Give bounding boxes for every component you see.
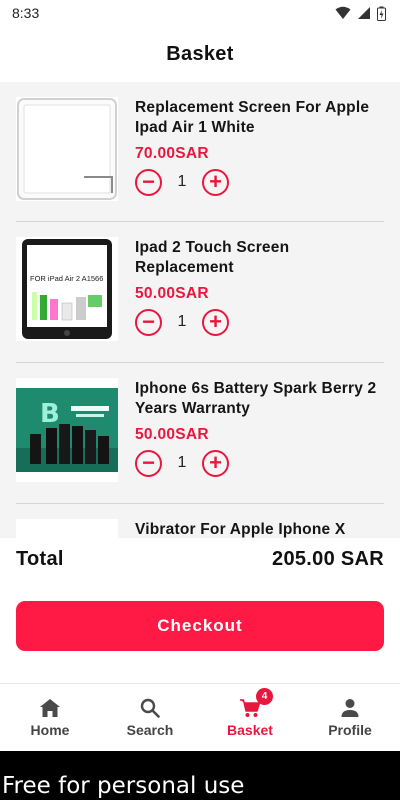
nav-label: Basket bbox=[227, 722, 273, 738]
checkout-button[interactable]: Checkout bbox=[16, 601, 384, 651]
item-name: Ipad 2 Touch Screen Replacement bbox=[135, 239, 290, 276]
cart-count-badge: 4 bbox=[256, 688, 273, 705]
total-value: 205.00 SAR bbox=[272, 548, 384, 570]
ipad-screen-black-image: FOR iPad Air 2 A1566 bbox=[16, 237, 118, 341]
item-info: Iphone 6s Battery Spark Berry 2 Years Wa… bbox=[135, 379, 385, 478]
wifi-icon bbox=[335, 6, 351, 19]
page-title: Basket bbox=[166, 42, 234, 65]
item-info: Vibrator For Apple Iphone X bbox=[135, 520, 385, 538]
quantity-stepper: − 1 + bbox=[135, 448, 385, 478]
quantity-value: 1 bbox=[177, 173, 187, 190]
nav-item-search[interactable]: Search bbox=[100, 684, 200, 751]
bottom-nav: Home Search 4 Basket Profile bbox=[0, 683, 400, 751]
cart-item[interactable]: FOR iPad Air 2 A1566 Ipad 2 Touch Screen… bbox=[0, 222, 400, 362]
battery-icon bbox=[377, 6, 386, 21]
app-header: Basket bbox=[0, 26, 400, 82]
increase-quantity-button[interactable]: + bbox=[202, 449, 229, 477]
increase-quantity-button[interactable]: + bbox=[202, 308, 229, 336]
nav-item-home[interactable]: Home bbox=[0, 684, 100, 751]
svg-text:B: B bbox=[40, 399, 60, 429]
nav-label: Profile bbox=[328, 722, 372, 738]
increase-quantity-button[interactable]: + bbox=[202, 168, 229, 196]
vibrator-image bbox=[16, 519, 118, 538]
item-info: Ipad 2 Touch Screen Replacement 50.00SAR… bbox=[135, 238, 385, 337]
cart-item[interactable]: B Iphone 6s Battery Spark Berry 2 Years … bbox=[0, 363, 400, 503]
quantity-value: 1 bbox=[177, 454, 187, 471]
signal-icon bbox=[358, 7, 370, 19]
decrease-quantity-button[interactable]: − bbox=[135, 449, 162, 477]
battery-product-image: B bbox=[16, 378, 118, 482]
nav-label: Home bbox=[30, 722, 70, 738]
total-row: Total 205.00 SAR bbox=[16, 548, 384, 571]
ipad-screen-white-image bbox=[16, 97, 118, 201]
image-caption: FOR iPad Air 2 A1566 bbox=[30, 274, 104, 283]
nav-label: Search bbox=[126, 722, 174, 738]
decrease-quantity-button[interactable]: − bbox=[135, 308, 162, 336]
item-price: 50.00SAR bbox=[135, 285, 209, 302]
quantity-stepper: − 1 + bbox=[135, 167, 385, 197]
search-icon bbox=[140, 698, 160, 718]
cart-item[interactable]: Replacement Screen For Apple Ipad Air 1 … bbox=[0, 82, 400, 222]
quantity-value: 1 bbox=[177, 313, 187, 330]
item-name: Vibrator For Apple Iphone X bbox=[135, 521, 346, 538]
home-icon bbox=[40, 699, 60, 717]
cart-item[interactable]: Vibrator For Apple Iphone X bbox=[0, 504, 400, 538]
watermark-text: Free for personal use bbox=[2, 773, 245, 799]
item-price: 70.00SAR bbox=[135, 145, 209, 162]
profile-icon bbox=[341, 699, 359, 717]
status-bar: 8:33 bbox=[0, 0, 400, 26]
decrease-quantity-button[interactable]: − bbox=[135, 168, 162, 196]
total-label: Total bbox=[16, 548, 64, 570]
cart-list[interactable]: Replacement Screen For Apple Ipad Air 1 … bbox=[0, 82, 400, 538]
item-info: Replacement Screen For Apple Ipad Air 1 … bbox=[135, 98, 385, 197]
item-name: Replacement Screen For Apple Ipad Air 1 … bbox=[135, 99, 370, 136]
status-time: 8:33 bbox=[12, 5, 40, 21]
item-name: Iphone 6s Battery Spark Berry 2 Years Wa… bbox=[135, 380, 377, 417]
item-price: 50.00SAR bbox=[135, 426, 209, 443]
quantity-stepper: − 1 + bbox=[135, 307, 385, 337]
nav-item-profile[interactable]: Profile bbox=[300, 684, 400, 751]
watermark-bar: Free for personal use bbox=[0, 751, 400, 800]
status-icons bbox=[335, 6, 386, 21]
nav-item-basket[interactable]: 4 Basket bbox=[200, 684, 300, 751]
